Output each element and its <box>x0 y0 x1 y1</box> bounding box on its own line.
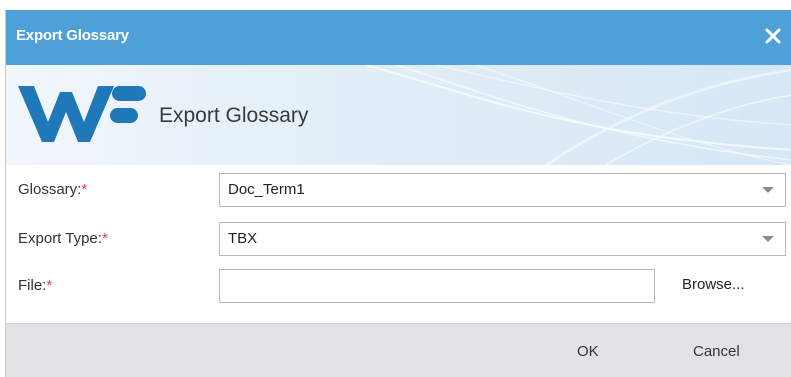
chevron-down-icon[interactable] <box>762 187 774 193</box>
file-path-input[interactable] <box>219 269 655 303</box>
cancel-button[interactable]: Cancel <box>693 343 740 360</box>
dialog-title: Export Glossary <box>16 27 129 44</box>
glossary-label: Glossary:* <box>18 181 88 198</box>
browse-button[interactable]: Browse... <box>682 276 745 293</box>
glossary-select-value: Doc_Term1 <box>228 181 305 198</box>
close-button[interactable] <box>760 23 786 49</box>
close-icon <box>765 28 781 44</box>
required-marker: * <box>81 181 88 198</box>
file-label: File:* <box>18 277 53 294</box>
export-glossary-dialog: Export Glossary Export Glossary Glossary… <box>5 10 791 377</box>
glossary-row: Glossary:* Doc_Term1 <box>6 170 791 210</box>
dialog-footer: OK Cancel <box>6 323 791 377</box>
export-type-label: Export Type:* <box>18 230 108 247</box>
dialog-banner: Export Glossary <box>6 65 791 165</box>
required-marker: * <box>46 277 53 294</box>
export-type-select-value: TBX <box>228 230 258 247</box>
required-marker: * <box>101 230 108 247</box>
banner-title: Export Glossary <box>159 104 309 127</box>
chevron-down-icon[interactable] <box>762 236 774 242</box>
glossary-select[interactable]: Doc_Term1 <box>219 173 786 207</box>
wordfast-logo <box>18 86 146 142</box>
export-type-row: Export Type:* TBX <box>6 219 791 259</box>
export-type-select[interactable]: TBX <box>219 222 786 256</box>
ok-button[interactable]: OK <box>577 343 599 360</box>
file-row: File:* Browse... <box>6 266 791 306</box>
dialog-titlebar: Export Glossary <box>6 10 791 65</box>
